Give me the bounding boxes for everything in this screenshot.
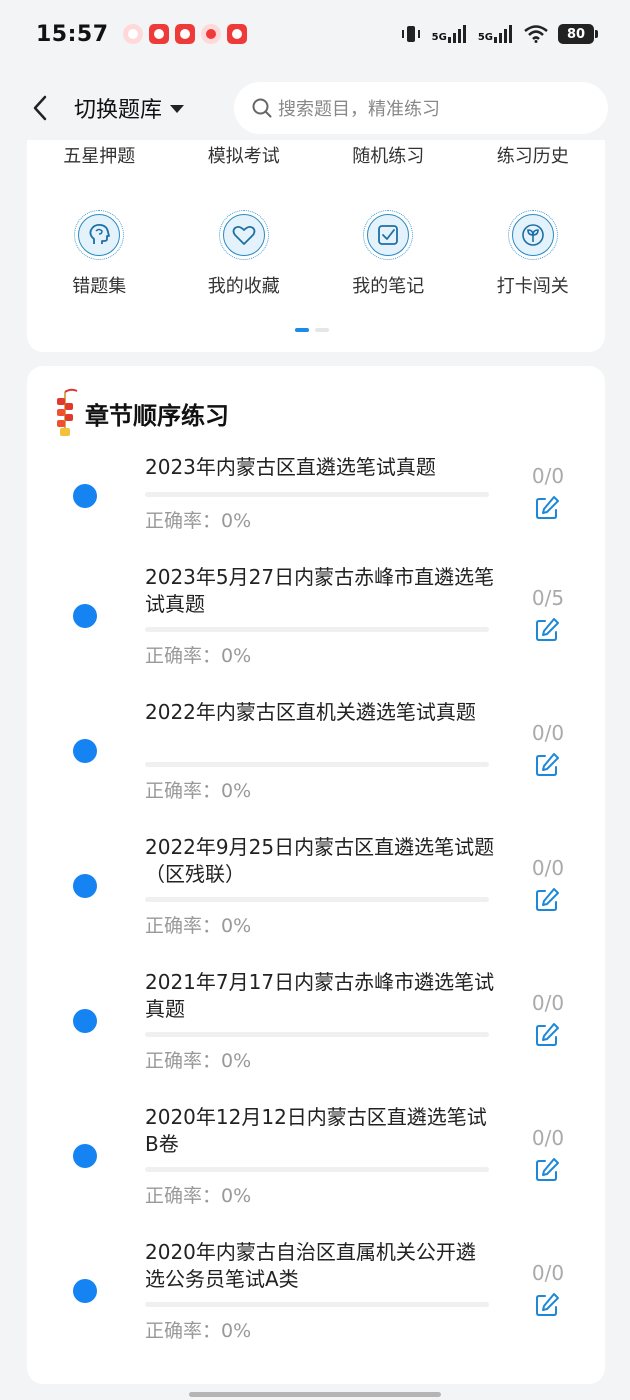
menu-item-check-in[interactable]: 打卡闯关 <box>461 210 606 298</box>
firecracker-icon <box>57 388 78 436</box>
status-time: 15:57 <box>36 21 109 47</box>
progress-bar <box>145 1167 489 1172</box>
chapter-item[interactable]: 2020年12月12日内蒙古区直遴选笔试B卷 正确率：0% 0/0 <box>27 1104 605 1224</box>
header: 切换题库 搜索题目，精准练习 <box>0 68 630 148</box>
switch-question-bank-button[interactable]: 切换题库 <box>74 92 185 124</box>
note-check-icon <box>367 214 410 256</box>
progress-count: 0/0 <box>531 1261 565 1285</box>
page-dot <box>315 328 329 332</box>
chapter-item[interactable]: 2022年内蒙古区直机关遴选笔试真题 正确率：0% 0/0 <box>27 699 605 819</box>
menu-item-mock-exam[interactable]: 模拟考试 <box>172 142 317 168</box>
menu-item-favorites[interactable]: 我的收藏 <box>172 210 317 298</box>
edit-icon[interactable] <box>533 616 561 644</box>
search-input[interactable]: 搜索题目，精准练习 <box>234 82 608 134</box>
edit-icon[interactable] <box>533 1291 561 1319</box>
chapter-header: 章节顺序练习 <box>51 388 229 438</box>
accuracy-rate: 正确率：0% <box>145 1185 252 1207</box>
chapter-item-title: 2023年5月27日内蒙古赤峰市直遴选笔试真题 <box>145 565 495 616</box>
home-indicator[interactable] <box>189 1392 441 1397</box>
accuracy-rate: 正确率：0% <box>145 915 252 937</box>
menu-item-practice-history[interactable]: 练习历史 <box>461 142 606 168</box>
search-icon <box>252 98 272 118</box>
accuracy-rate: 正确率：0% <box>145 780 252 802</box>
progress-bar <box>145 897 489 902</box>
chapter-item-title: 2022年内蒙古区直机关遴选笔试真题 <box>145 700 476 724</box>
notification-icons <box>122 24 247 44</box>
back-button[interactable] <box>22 90 58 126</box>
status-dot <box>73 739 97 763</box>
progress-bar <box>145 1302 489 1307</box>
edit-icon[interactable] <box>533 494 561 522</box>
progress-bar <box>145 1032 489 1037</box>
system-icons: 5G 5G 80 <box>400 24 598 44</box>
status-bar: 15:57 5G 5G 80 <box>0 0 630 68</box>
progress-count: 0/0 <box>531 721 565 745</box>
status-dot <box>73 1009 97 1033</box>
accuracy-rate: 正确率：0% <box>145 510 252 532</box>
app-icon <box>148 24 169 44</box>
chapter-item-title: 2020年内蒙古自治区直属机关公开遴选公务员笔试A类 <box>145 1240 476 1291</box>
vibrate-icon <box>401 26 420 42</box>
menu-row: 错题集 我的收藏 我的笔记 打卡闯关 <box>27 210 605 298</box>
progress-count: 0/0 <box>531 1126 565 1150</box>
menu-item-wrong-questions[interactable]: 错题集 <box>27 210 172 298</box>
app-icon <box>226 24 247 44</box>
progress-bar <box>145 627 489 632</box>
chapter-item[interactable]: 2020年内蒙古自治区直属机关公开遴选公务员笔试A类 正确率：0% 0/0 <box>27 1239 605 1359</box>
head-icon <box>78 214 121 256</box>
status-dot <box>73 874 97 898</box>
chapter-item[interactable]: 2022年9月25日内蒙古区直遴选笔试题（区残联） 正确率：0% 0/0 <box>27 834 605 954</box>
caret-down-icon <box>170 105 185 113</box>
progress-bar <box>145 762 489 767</box>
chapter-practice-card: 章节顺序练习 2023年内蒙古区直遴选笔试真题 正确率：0% 0/0 2023年… <box>27 366 605 1384</box>
progress-count: 0/5 <box>531 586 565 610</box>
app-icon <box>200 24 221 44</box>
page-dot-active <box>295 328 309 332</box>
status-dot <box>73 604 97 628</box>
edit-icon[interactable] <box>533 1021 561 1049</box>
signal-icon <box>447 25 466 43</box>
wifi-icon <box>524 25 548 43</box>
chapter-item-title: 2022年9月25日内蒙古区直遴选笔试题（区残联） <box>145 835 495 886</box>
progress-count: 0/0 <box>531 991 565 1015</box>
chapter-item-title: 2020年12月12日内蒙古区直遴选笔试B卷 <box>145 1105 487 1156</box>
chapter-item[interactable]: 2021年7月17日内蒙古赤峰市遴选笔试真题 正确率：0% 0/0 <box>27 969 605 1089</box>
accuracy-rate: 正确率：0% <box>145 645 252 667</box>
chapter-title: 章节顺序练习 <box>85 401 229 430</box>
heart-icon <box>222 214 265 256</box>
search-placeholder: 搜索题目，精准练习 <box>278 99 440 120</box>
accuracy-rate: 正确率：0% <box>145 1050 252 1072</box>
signal-5g-a: 5G <box>432 25 468 43</box>
practice-menu-card: 五星押题 模拟考试 随机练习 练习历史 错题集 我的收藏 我的笔记 打卡闯关 <box>27 140 605 352</box>
edit-icon[interactable] <box>533 886 561 914</box>
chapter-item-title: 2021年7月17日内蒙古赤峰市遴选笔试真题 <box>145 970 495 1021</box>
avatar-app-icon <box>122 24 143 44</box>
signal-icon <box>494 25 512 43</box>
status-dot <box>73 1144 97 1168</box>
edit-icon[interactable] <box>533 751 561 779</box>
menu-item-five-star[interactable]: 五星押题 <box>27 142 172 168</box>
progress-bar <box>145 492 489 497</box>
progress-count: 0/0 <box>531 856 565 880</box>
chapter-item-title: 2023年内蒙古区直遴选笔试真题 <box>145 455 436 479</box>
status-dot <box>73 484 97 508</box>
progress-count: 0/0 <box>531 464 565 488</box>
status-dot <box>73 1279 97 1303</box>
page-indicator <box>295 328 329 332</box>
battery-icon: 80 <box>558 24 598 44</box>
chapter-item[interactable]: 2023年内蒙古区直遴选笔试真题 正确率：0% 0/0 <box>27 454 605 574</box>
menu-item-random-practice[interactable]: 随机练习 <box>316 142 461 168</box>
signal-5g-b: 5G <box>478 25 514 43</box>
chapter-item[interactable]: 2023年5月27日内蒙古赤峰市直遴选笔试真题 正确率：0% 0/5 <box>27 564 605 684</box>
app-icon <box>174 24 195 44</box>
accuracy-rate: 正确率：0% <box>145 1320 252 1342</box>
chevron-left-icon <box>33 95 47 121</box>
menu-item-notes[interactable]: 我的笔记 <box>316 210 461 298</box>
menu-row: 五星押题 模拟考试 随机练习 练习历史 <box>27 142 605 168</box>
switch-question-bank-label: 切换题库 <box>74 98 163 123</box>
sprout-icon <box>511 214 554 256</box>
edit-icon[interactable] <box>533 1156 561 1184</box>
